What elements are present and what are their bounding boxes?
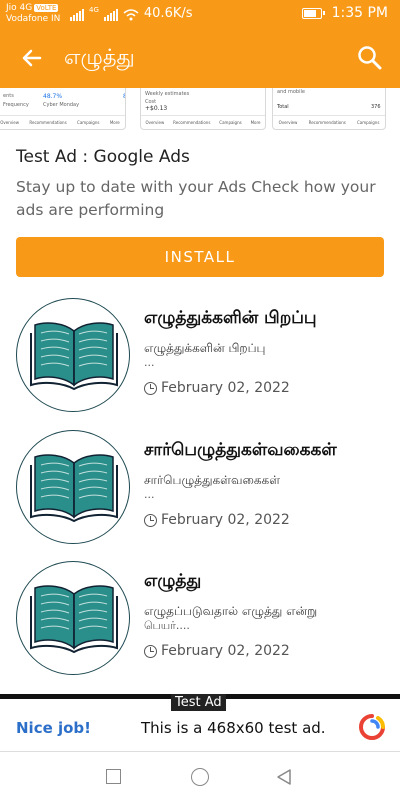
ad-screenshot: ents 48.7% 8 Frequency Cyber Monday Over… [0,88,126,130]
volte-badge: VoLTE [34,4,59,12]
carrier-info: Jio 4G VoLTE Vodafone IN [6,3,60,25]
article-date: February 02, 2022 [144,643,290,659]
ad-description: Stay up to date with your Ads Check how … [16,178,376,219]
ad-title[interactable]: Test Ad : Google Ads [16,147,190,167]
banner-nice-job: Nice job! [16,719,92,737]
article-excerpt: பெயர்.... [144,619,190,632]
network-speed: 40.6K/s [143,6,193,21]
test-ad-tag: Test Ad [171,694,226,711]
open-book-icon [16,430,130,544]
install-button[interactable]: INSTALL [16,237,384,277]
article-excerpt: ... [144,488,155,501]
open-book-icon [16,561,130,675]
admob-logo-icon [359,714,385,740]
clock-icon [144,513,157,527]
carrier-primary: Jio 4G [6,3,33,13]
open-book-icon [16,298,130,412]
page-title: எழுத்து [64,45,135,69]
status-bar: Jio 4G VoLTE Vodafone IN 4G 40.6K/s 1:35 … [0,0,400,28]
banner-text: This is a 468x60 test ad. [141,719,326,737]
signal-icon [70,9,84,21]
arrow-left-icon[interactable] [18,42,46,74]
ad-screenshot: Weekly estimates Cost +$0.13 Overview Rec… [140,88,266,130]
ad-screenshot: and mobile Total 376 Overview Recommendat… [272,88,386,130]
clock-icon [144,381,157,395]
article-date-text: February 02, 2022 [161,512,290,528]
system-nav-bar [0,752,400,800]
clock-time: 1:35 PM [331,5,388,21]
article-list-item[interactable]: சார்பெழுத்துகள்வகைகள் சார்பெழுத்துகள்வகை… [16,430,386,548]
article-date: February 02, 2022 [144,380,290,396]
article-date-text: February 02, 2022 [161,380,290,396]
network-indicators: 4G 40.6K/s [70,6,193,21]
battery-icon [301,7,325,19]
network-type: 4G [89,6,99,14]
wifi-icon [123,9,139,21]
recents-button[interactable] [106,769,121,784]
article-title: சார்பெழுத்துகள்வகைகள் [144,440,337,460]
clock-icon [144,644,157,658]
carrier-secondary: Vodafone IN [6,14,61,24]
article-subtitle: எழுத்துக்களின் பிறப்பு [144,341,266,355]
article-subtitle: எழுதப்படுவதால் எழுத்து என்று [144,604,318,618]
search-icon[interactable] [354,42,386,74]
article-date-text: February 02, 2022 [161,643,290,659]
ad-screenshot-strip[interactable]: ents 48.7% 8 Frequency Cyber Monday Over… [0,88,400,136]
article-title: எழுத்துக்களின் பிறப்பு [144,308,317,328]
status-right: 1:35 PM [301,5,388,21]
app-bar: எழுத்து [0,28,400,88]
article-list-item[interactable]: எழுத்துக்களின் பிறப்பு எழுத்துக்களின் பி… [16,298,386,416]
article-date: February 02, 2022 [144,512,290,528]
article-list-item[interactable]: எழுத்து எழுதப்படுவதால் எழுத்து என்று பெய… [16,561,386,679]
home-button[interactable] [191,768,209,786]
banner-ad[interactable]: Test Ad Nice job! This is a 468x60 test … [0,694,400,752]
article-excerpt: ... [144,356,155,369]
signal-icon-2 [103,9,118,21]
back-triangle-icon[interactable] [275,768,293,786]
article-title: எழுத்து [144,571,202,591]
article-subtitle: சார்பெழுத்துகள்வகைகள் [144,473,281,487]
